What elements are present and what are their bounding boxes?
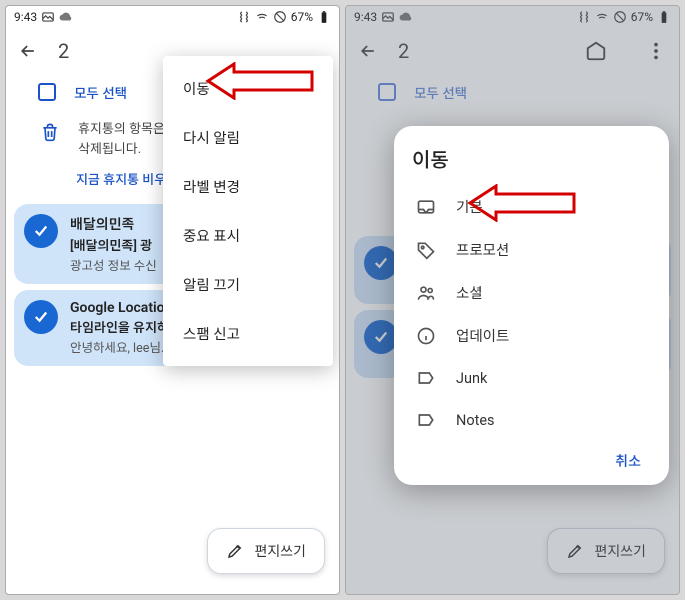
label-icon (416, 368, 436, 388)
phone-right: 9:43 67% 2 모두 선택 (345, 5, 680, 595)
back-icon[interactable] (18, 41, 38, 61)
overflow-menu: 이동 다시 알림 라벨 변경 중요 표시 알림 끄기 스팸 신고 (163, 56, 333, 366)
compose-label: 편지쓰기 (254, 541, 306, 561)
phone-left: 9:43 67% 2 모두 선택 (5, 5, 340, 595)
trash-icon (40, 122, 60, 142)
battery-icon (317, 10, 331, 24)
wifi-icon (255, 10, 269, 24)
selection-count: 2 (58, 39, 69, 63)
folder-label: 프로모션 (456, 239, 509, 260)
selected-check-icon[interactable] (24, 300, 58, 334)
folder-notes[interactable]: Notes (412, 399, 659, 441)
email-sender: 배달의민족 (70, 214, 134, 234)
compose-button[interactable]: 편지쓰기 (207, 528, 325, 574)
people-icon (416, 283, 436, 303)
dialog-title: 이동 (412, 144, 659, 173)
menu-item-label[interactable]: 라벨 변경 (163, 162, 333, 211)
no-sim-icon (273, 10, 287, 24)
battery-pct: 67% (291, 10, 313, 24)
folder-social[interactable]: 소셜 (412, 271, 659, 314)
folder-label: Junk (456, 370, 487, 387)
folder-label: 소셜 (456, 282, 483, 303)
pencil-icon (226, 542, 244, 560)
menu-item-important[interactable]: 중요 표시 (163, 211, 333, 260)
trash-notice-l1: 휴지통의 항목은 (78, 120, 165, 140)
status-bar: 9:43 67% (6, 6, 339, 28)
cloud-icon (59, 10, 73, 24)
vibrate-icon (237, 10, 251, 24)
select-all-label: 모두 선택 (74, 82, 127, 102)
trash-notice-l2: 삭제됩니다. (78, 140, 165, 160)
menu-item-spam[interactable]: 스팸 신고 (163, 309, 333, 358)
dialog-cancel-button[interactable]: 취소 (412, 441, 659, 477)
label-icon (416, 410, 436, 430)
status-time: 9:43 (14, 10, 37, 24)
folder-promotions[interactable]: 프로모션 (412, 228, 659, 271)
image-icon (41, 10, 55, 24)
folder-junk[interactable]: Junk (412, 357, 659, 399)
folder-label: 업데이트 (456, 325, 509, 346)
move-to-dialog: 이동 기본 프로모션 소셜 업데이트 Junk (394, 126, 669, 485)
menu-item-snooze[interactable]: 다시 알림 (163, 113, 333, 162)
inbox-icon (416, 197, 436, 217)
select-all-checkbox[interactable] (38, 83, 56, 101)
tag-icon (416, 240, 436, 260)
info-icon (416, 326, 436, 346)
annotation-arrow (204, 62, 314, 100)
folder-label: Notes (456, 412, 495, 429)
menu-item-mute[interactable]: 알림 끄기 (163, 260, 333, 309)
annotation-arrow (466, 184, 576, 222)
folder-updates[interactable]: 업데이트 (412, 314, 659, 357)
selected-check-icon[interactable] (24, 214, 58, 248)
